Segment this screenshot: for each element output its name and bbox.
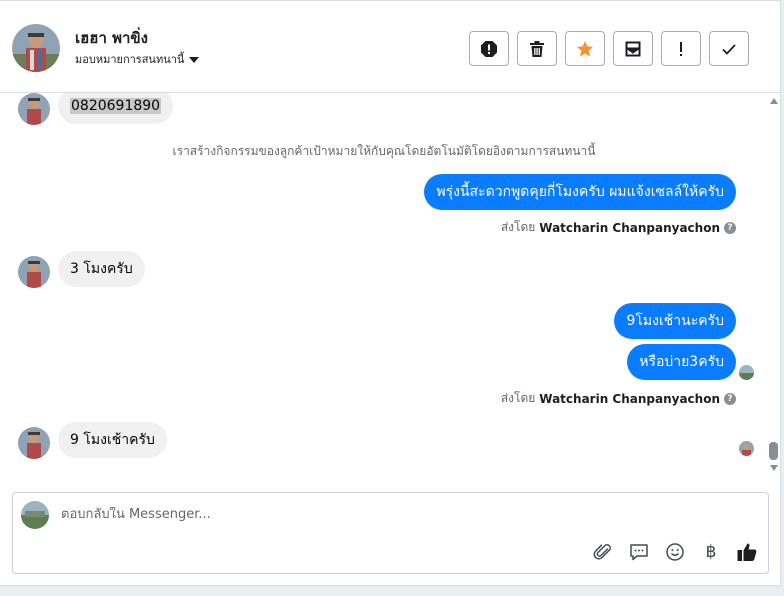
thumbs-up-icon[interactable] [736, 541, 758, 563]
help-icon[interactable]: ? [724, 392, 736, 405]
delete-button[interactable] [517, 31, 557, 66]
contact-avatar[interactable] [12, 24, 60, 72]
contact-avatar-small [18, 256, 50, 288]
sent-by-prefix: ส่งโดย [500, 220, 536, 234]
sent-by-line: ส่งโดย Watcharin Chanpanyachon ? [501, 218, 736, 237]
contact-name[interactable]: เฮฮา พาขิ่ง [75, 26, 148, 50]
page-avatar [21, 501, 49, 529]
sent-by-name[interactable]: Watcharin Chanpanyachon [539, 221, 720, 235]
conversation-actions [469, 31, 749, 66]
sent-by-line: ส่งโดย Watcharin Chanpanyachon ? [501, 389, 736, 408]
scroll-up-arrow-icon[interactable] [770, 98, 778, 104]
messenger-conversation-panel: เฮฮา พาขิ่ง มอบหมายการสนทนานี้ 082069189… [0, 0, 781, 586]
star-icon [577, 40, 593, 56]
message-thread[interactable]: 0820691890 เราสร้างกิจกรรมของลูกค้าเป้าห… [0, 93, 768, 477]
paperclip-icon[interactable] [592, 541, 614, 563]
seen-avatar [739, 441, 754, 456]
star-button[interactable] [565, 31, 605, 66]
seen-avatar [739, 365, 754, 380]
assign-conversation-dropdown[interactable]: มอบหมายการสนทนานี้ [75, 50, 200, 68]
help-icon[interactable]: ? [724, 221, 736, 234]
scroll-down-arrow-icon[interactable] [770, 465, 778, 471]
system-note: เราสร้างกิจกรรมของลูกค้าเป้าหมายให้กับคุ… [172, 144, 596, 158]
thread-scrollbar[interactable] [768, 93, 781, 477]
message-incoming[interactable]: 3 โมงครับ [58, 251, 145, 287]
message-outgoing[interactable]: พรุ่งนี้สะดวกพูดคุยกี่โมงครับ ผมแจ้งเซลล… [424, 174, 736, 210]
message-incoming[interactable]: 0820691890 [58, 93, 174, 124]
contact-avatar-small [18, 427, 50, 459]
assign-conversation-label: มอบหมายการสนทนานี้ [75, 53, 185, 66]
baht-icon[interactable]: ฿ [700, 541, 722, 563]
sent-by-name[interactable]: Watcharin Chanpanyachon [539, 392, 720, 406]
emoji-icon[interactable] [664, 541, 686, 563]
envelope-icon [625, 41, 641, 56]
scrollbar-thumb[interactable] [769, 442, 778, 460]
follow-up-button[interactable] [661, 31, 701, 66]
conversation-header: เฮฮา พาขิ่ง มอบหมายการสนทนานี้ [0, 0, 781, 93]
reply-input[interactable] [61, 507, 751, 522]
caret-down-icon [189, 56, 200, 63]
message-outgoing[interactable]: 9โมงเช้านะครับ [614, 303, 736, 339]
message-incoming[interactable]: 9 โมงเช้าครับ [58, 422, 167, 458]
mark-done-button[interactable] [709, 31, 749, 66]
mark-unread-button[interactable] [613, 31, 653, 66]
trash-icon [530, 40, 544, 57]
speech-bubble-icon[interactable] [628, 541, 650, 563]
reply-composer: ฿ [12, 492, 769, 574]
phone-number-text[interactable]: 0820691890 [70, 98, 162, 114]
exclamation-icon [680, 41, 682, 56]
sent-by-prefix: ส่งโดย [500, 391, 536, 405]
message-outgoing[interactable]: หรือบ่าย3ครับ [627, 344, 736, 380]
composer-toolbar: ฿ [592, 541, 758, 563]
contact-avatar-small [18, 93, 50, 125]
alert-octagon-icon [481, 40, 497, 57]
report-spam-button[interactable] [469, 31, 509, 66]
checkmark-icon [722, 43, 736, 55]
